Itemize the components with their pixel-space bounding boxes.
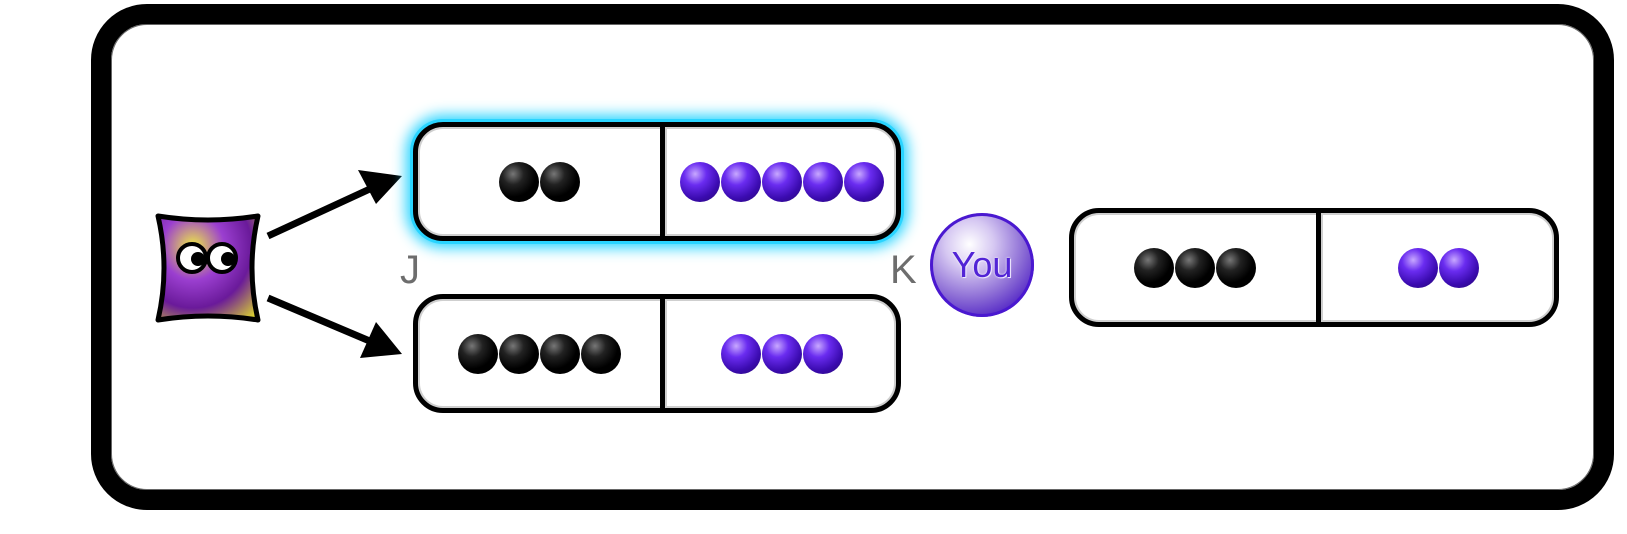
purple-dot — [843, 161, 884, 202]
black-dot — [580, 333, 621, 374]
purple-dot — [1439, 247, 1479, 288]
purple-dot — [761, 333, 802, 374]
purple-dots — [1323, 247, 1554, 288]
black-dots — [418, 161, 660, 202]
option-k-label: K — [890, 248, 917, 292]
option-k-card[interactable] — [413, 294, 901, 413]
player-card — [1069, 208, 1559, 327]
option-j-label: J — [400, 248, 420, 292]
black-dot — [1175, 247, 1215, 288]
option-j-card[interactable] — [413, 122, 901, 241]
arrow-to-k — [266, 294, 402, 358]
purple-dots — [667, 161, 896, 202]
purple-dot — [1398, 247, 1438, 288]
player-label: You — [951, 244, 1013, 285]
purple-dot — [802, 161, 843, 202]
black-dots — [1074, 247, 1316, 288]
black-dot — [498, 333, 539, 374]
card-divider — [660, 127, 667, 236]
purple-dots — [667, 333, 896, 374]
card-divider — [660, 299, 667, 408]
player-badge: You — [930, 213, 1034, 317]
purple-dot — [761, 161, 802, 202]
black-dot — [539, 333, 580, 374]
black-dot — [457, 333, 498, 374]
purple-dot — [720, 333, 761, 374]
arrow-to-j — [266, 170, 402, 240]
black-dot — [539, 161, 580, 202]
black-dot — [498, 161, 539, 202]
purple-dot — [679, 161, 720, 202]
black-dot — [1134, 247, 1174, 288]
card-divider — [1316, 213, 1323, 322]
purple-dot — [802, 333, 843, 374]
black-dots — [418, 333, 660, 374]
purple-dot — [720, 161, 761, 202]
black-dot — [1216, 247, 1256, 288]
